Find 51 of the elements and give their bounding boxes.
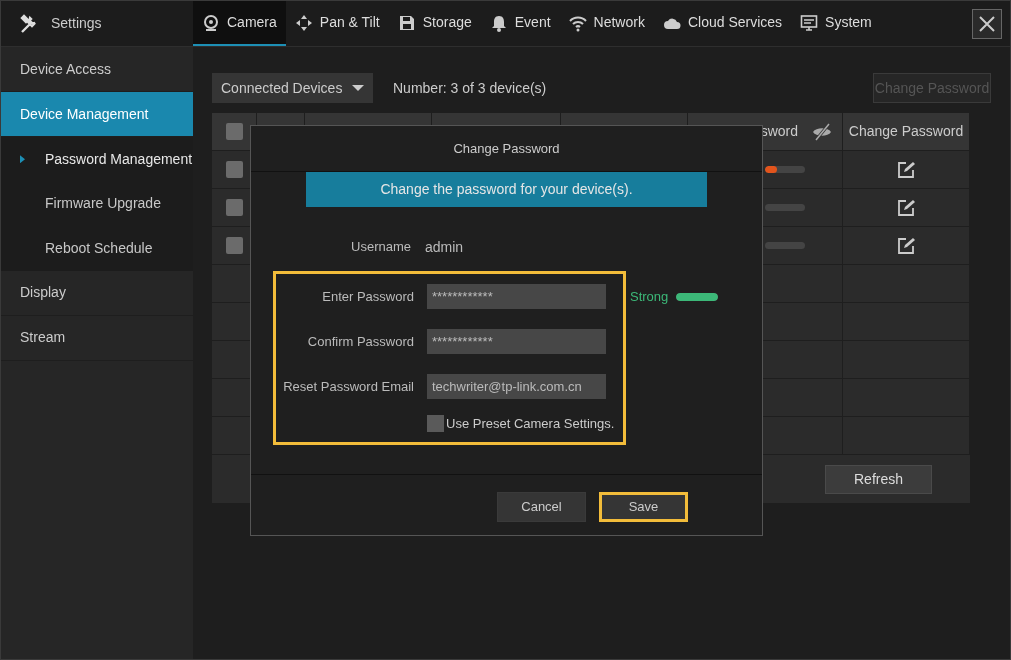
edit-button[interactable] [897,160,915,179]
four-arrows-icon [294,13,313,32]
checkbox[interactable] [225,199,243,216]
dialog-button[interactable]: Cancel [497,492,586,522]
sidebar-subitem[interactable]: Reboot Schedule [45,237,153,259]
monitor-icon [800,13,819,32]
edit-icon [897,198,915,217]
field-label: Confirm Password [306,332,414,351]
nav-tab[interactable]: System [791,1,881,46]
hidden-eye-icon [812,121,832,142]
sidebar-item[interactable]: Device Management [1,92,193,137]
checkbox[interactable] [225,123,243,140]
field-label: Username [350,238,411,257]
edit-icon [897,236,915,255]
camera-icon [202,13,220,32]
info-banner: Change the password for your device(s). [306,172,707,207]
sidebar-subitem[interactable]: Firmware Upgrade [45,193,161,215]
checkbox-label: Use Preset Camera Settings. [446,415,615,433]
field-label: Enter Password [321,287,414,306]
caret-icon [352,85,364,91]
strength-meter [676,292,719,301]
field-label: Reset Password Email [282,377,414,396]
settings-title: Settings [51,14,102,33]
username-value: admin [425,237,464,257]
nav-tab[interactable]: Camera [193,1,286,46]
text-field[interactable]: ************ [427,284,606,309]
column-header: Change Password [848,122,964,141]
close-icon [978,14,996,33]
nav-tab[interactable]: Event [480,1,560,46]
close-button[interactable] [972,8,1002,39]
nav-tab[interactable]: Network [559,1,654,46]
dialog-button[interactable]: Save [599,492,688,522]
nav-tab[interactable]: Storage [388,1,481,46]
edit-button[interactable] [897,198,915,217]
text-field[interactable]: techwriter@tp-link.com.cn [427,374,606,399]
edit-button[interactable] [897,236,915,255]
filter-dropdown[interactable]: Connected Devices [212,73,373,103]
strength-bar [765,166,805,173]
tools-icon [19,13,39,34]
refresh-button[interactable]: Refresh [825,464,932,494]
checkbox[interactable] [427,415,444,433]
edit-icon [897,160,915,179]
device-count: Number: 3 of 3 device(s) [393,78,547,98]
strength-label: Strong [630,287,669,306]
checkbox[interactable] [225,161,243,178]
sidebar-subitem[interactable]: Password Management [45,148,193,170]
nav-tab[interactable]: Cloud Services [653,1,792,46]
nav-tab[interactable]: Pan & Tilt [285,1,389,46]
text-field[interactable]: ************ [427,329,606,354]
dialog-title: Change Password [453,139,560,158]
checkbox[interactable] [225,237,243,254]
